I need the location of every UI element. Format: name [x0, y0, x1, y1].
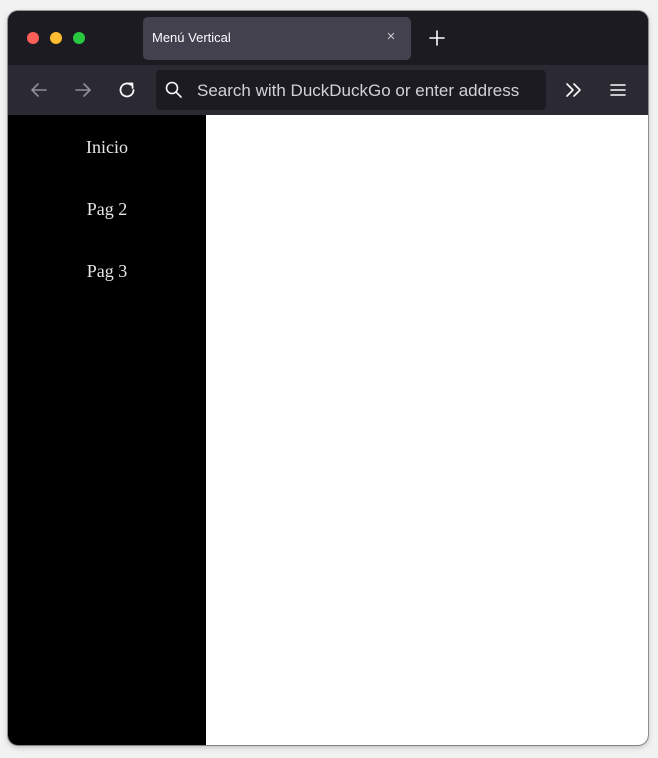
tab-strip: Menú Vertical × [8, 11, 648, 65]
window-close-button[interactable] [27, 32, 39, 44]
arrow-right-icon[interactable] [71, 78, 95, 102]
menu-item-inicio[interactable]: Inicio [8, 137, 206, 158]
address-bar[interactable]: Search with DuckDuckGo or enter address [156, 70, 546, 110]
reload-icon[interactable] [115, 78, 139, 102]
tab-title: Menú Vertical [152, 30, 231, 45]
browser-window: Menú Vertical × Search with DuckDuckGo o… [8, 11, 648, 745]
chevron-double-right-icon[interactable] [562, 78, 586, 102]
arrow-left-icon[interactable] [27, 78, 51, 102]
page-content: Inicio Pag 2 Pag 3 [8, 115, 648, 745]
window-maximize-button[interactable] [73, 32, 85, 44]
menu-item-pag-2[interactable]: Pag 2 [8, 199, 206, 220]
tab-active[interactable]: Menú Vertical × [143, 17, 411, 60]
plus-icon[interactable] [426, 27, 448, 49]
window-minimize-button[interactable] [50, 32, 62, 44]
close-tab-icon[interactable]: × [381, 27, 401, 47]
address-placeholder: Search with DuckDuckGo or enter address [197, 81, 520, 100]
search-icon [164, 80, 184, 100]
vertical-menu: Inicio Pag 2 Pag 3 [8, 115, 206, 745]
menu-item-pag-3[interactable]: Pag 3 [8, 261, 206, 282]
navigation-toolbar: Search with DuckDuckGo or enter address [8, 65, 648, 115]
hamburger-menu-icon[interactable] [606, 78, 630, 102]
